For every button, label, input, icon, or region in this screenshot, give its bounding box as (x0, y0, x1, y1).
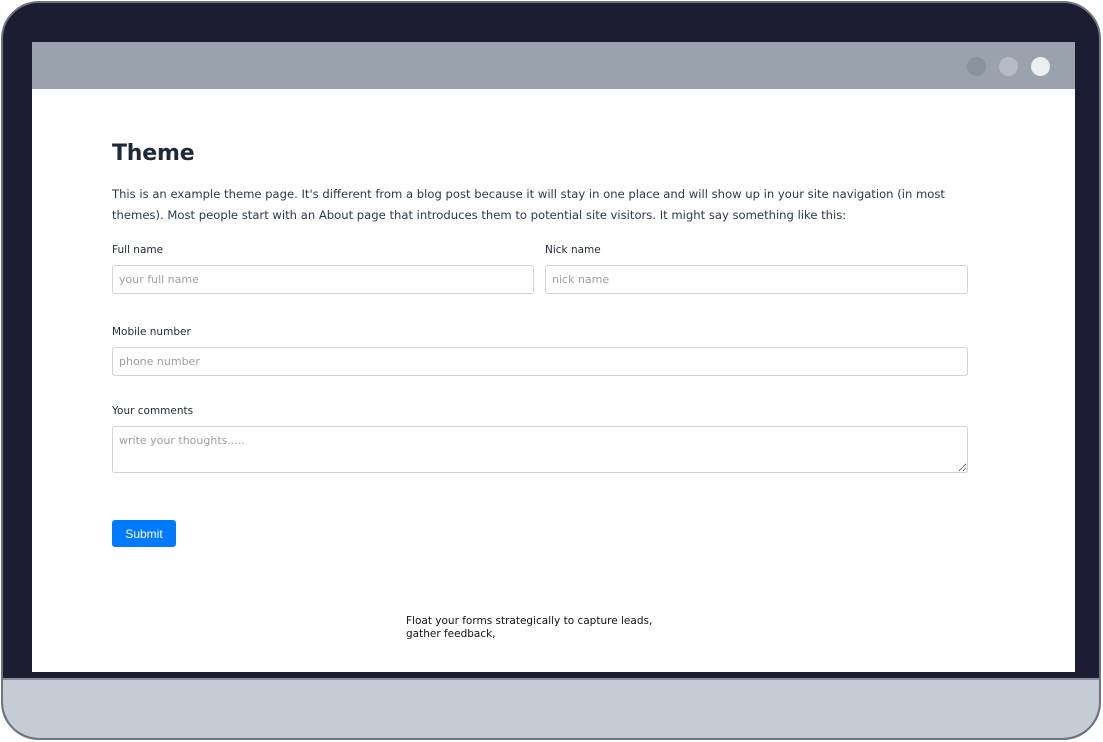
mobile-number-input[interactable] (112, 347, 968, 376)
nick-name-input[interactable] (545, 265, 968, 294)
nick-name-label: Nick name (545, 244, 601, 256)
submit-button[interactable]: Submit (112, 520, 176, 547)
laptop-frame: Theme This is an example theme page. It'… (1, 1, 1101, 740)
page-intro: This is an example theme page. It's diff… (112, 187, 945, 222)
window-control-dot[interactable] (1031, 57, 1050, 76)
browser-toolbar (32, 42, 1075, 89)
comments-textarea[interactable] (112, 426, 968, 473)
window-control-dot[interactable] (967, 57, 986, 76)
footer-note: Float your forms strategically to captur… (406, 615, 653, 640)
comments-label: Your comments (112, 405, 194, 417)
full-name-label: Full name (112, 244, 164, 256)
mobile-number-label: Mobile number (112, 326, 191, 338)
full-name-input[interactable] (112, 265, 534, 294)
browser-window: Theme This is an example theme page. It'… (32, 42, 1075, 672)
window-control-dot[interactable] (999, 57, 1018, 76)
page-title: Theme (112, 141, 195, 166)
laptop-base (3, 678, 1099, 738)
